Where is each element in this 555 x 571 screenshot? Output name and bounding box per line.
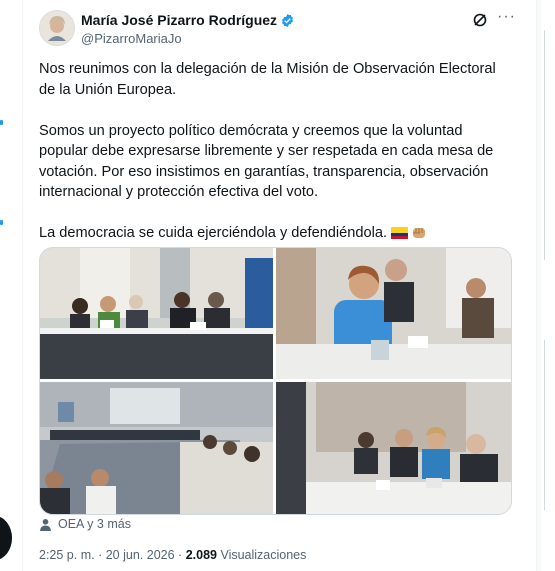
sidebar-divider [544,30,545,260]
views-count: 2.089 [185,548,217,562]
more-options-icon[interactable]: ··· [497,8,516,26]
tweet-paragraph-last: La democracia se cuida ejerciéndola y de… [39,223,509,244]
avatar-photo-icon [40,11,74,45]
tweet-card[interactable]: María José Pizarro Rodríguez @PizarroMar… [22,0,537,571]
tweet-paragraph: La democracia se cuida ejerciéndola y de… [39,225,388,241]
meta-separator: · [178,548,183,562]
media-grid[interactable] [39,247,512,515]
tweet-text: Nos reunimos con la delegación de la Mis… [39,59,509,244]
tagged-users[interactable]: OEA y 3 más [39,517,131,531]
tagged-users-label[interactable]: OEA y 3 más [58,517,131,531]
photo-woman-speaking[interactable] [276,248,511,379]
verified-badge-icon [282,13,294,27]
photo-delegation[interactable] [276,382,511,514]
avatar[interactable] [39,10,75,46]
views-label: Visualizaciones [220,548,307,562]
tweet-paragraph: Somos un proyecto político demócrata y c… [39,122,494,201]
author-name[interactable]: María José Pizarro Rodríguez [81,12,277,28]
tweet-date[interactable]: 20 jun. 2026 [106,548,175,562]
right-sidebar-edge [541,0,555,571]
tweet-time[interactable]: 2:25 p. m. [39,548,95,562]
author-name-row[interactable]: María José Pizarro Rodríguez [81,12,295,28]
meta-separator: · [98,548,103,562]
tweet-meta: 2:25 p. m. · 20 jun. 2026 · 2.089 Visual… [39,548,306,562]
left-nav-strip [0,0,22,571]
photo-conference-room[interactable] [40,382,273,514]
fist-icon [413,228,426,238]
nav-indicator [0,120,3,125]
person-icon [40,518,51,531]
grok-icon[interactable] [472,12,488,28]
tweet-paragraph: Nos reunimos con la delegación de la Mis… [39,61,496,98]
sidebar-divider [544,340,545,510]
nav-indicator [0,220,3,225]
author-handle[interactable]: @PizarroMariaJo [81,31,182,46]
photo-meeting-table[interactable] [40,248,273,379]
colombia-flag-icon [391,227,409,239]
